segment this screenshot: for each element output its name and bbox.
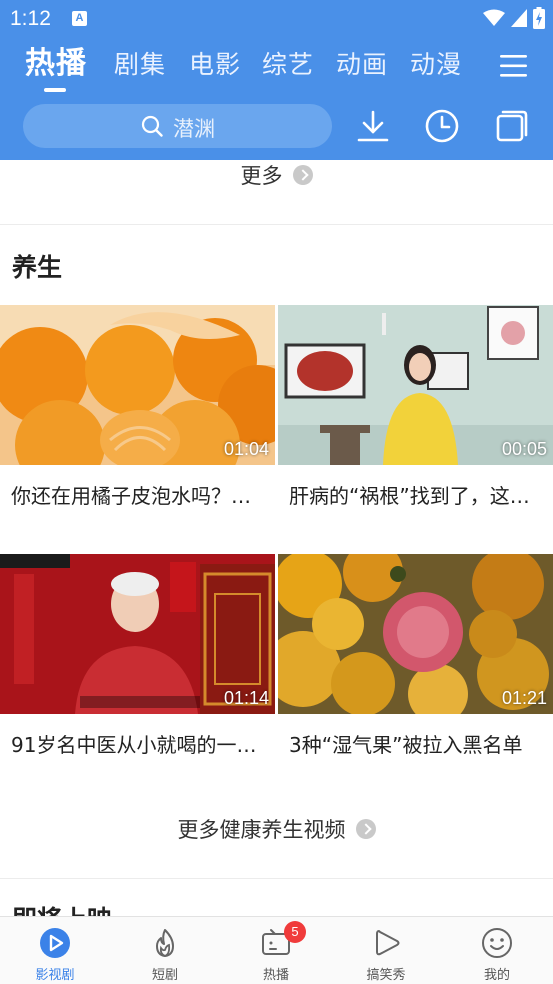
- multi-window-icon[interactable]: [494, 108, 530, 144]
- video-duration: 00:05: [501, 439, 547, 459]
- download-icon[interactable]: [355, 108, 391, 144]
- nav-item-profile[interactable]: 我的: [442, 917, 552, 984]
- presenter-liver-image: 00:05: [278, 305, 553, 465]
- notification-a-icon: A: [72, 11, 87, 26]
- tab-anime[interactable]: 动漫: [410, 44, 462, 92]
- video-card[interactable]: 01:21 3种“湿气果”被拉入黑名单: [278, 554, 553, 784]
- section-title: 养生: [12, 253, 63, 282]
- search-icon: [141, 115, 163, 137]
- app-screen: 1:12 A 热播 剧集 电影 综艺 动画 动漫 潜渊 更多 养生 01:04 …: [0, 0, 553, 984]
- elderly-doctor-image: 01:14: [0, 554, 275, 714]
- nav-item-hot[interactable]: 热播: [221, 917, 331, 984]
- top-header: 1:12 A 热播 剧集 电影 综艺 动画 动漫 潜渊: [0, 0, 553, 160]
- persimmons-image: 01:21: [278, 554, 553, 714]
- menu-icon[interactable]: [500, 53, 528, 79]
- more-link-top[interactable]: 更多: [0, 160, 553, 190]
- search-placeholder: 潜渊: [173, 117, 215, 141]
- video-title: 3种“湿气果”被拉入黑名单: [289, 733, 523, 757]
- status-icons: [483, 6, 545, 30]
- video-duration: 01:04: [223, 439, 269, 459]
- smile-icon: [482, 928, 512, 958]
- divider: [0, 224, 553, 225]
- active-tab-indicator: [44, 88, 66, 92]
- search-bar[interactable]: 潜渊: [23, 104, 332, 148]
- signal-icon: [511, 9, 527, 27]
- tab-movies[interactable]: 电影: [189, 44, 241, 92]
- status-bar: 1:12 A: [0, 0, 553, 36]
- more-health-videos-link[interactable]: 更多健康养生视频: [0, 814, 553, 844]
- nav-item-short-dramas[interactable]: 短剧: [110, 917, 220, 984]
- nav-label: 热播: [262, 968, 289, 983]
- orange-peels-image: 01:04: [0, 305, 275, 465]
- nav-label: 影视剧: [35, 968, 75, 983]
- video-card[interactable]: 01:14 91岁名中医从小就喝的一种茶: [0, 554, 275, 784]
- chevron-right-icon: [292, 165, 313, 185]
- flame-icon: [156, 929, 174, 957]
- tab-variety[interactable]: 综艺: [262, 44, 314, 92]
- more-label: 更多: [240, 164, 283, 188]
- nav-item-funny[interactable]: 搞笑秀: [331, 917, 441, 984]
- more-health-label: 更多健康养生视频: [177, 818, 346, 842]
- tab-hot[interactable]: 热播: [25, 44, 87, 92]
- play-bubble-icon: [376, 930, 400, 956]
- history-clock-icon[interactable]: [424, 108, 460, 144]
- notification-badge: 5: [284, 921, 306, 943]
- play-circle-icon: [40, 928, 70, 958]
- content-feed: 更多 养生 01:04 你还在用橘子皮泡水吗？养生 00:05 肝病的“祸根”找…: [0, 160, 553, 916]
- video-duration: 01:14: [223, 688, 269, 708]
- bottom-navigation: 影视剧 短剧 热播 搞笑秀 我的: [0, 916, 553, 984]
- video-title: 91岁名中医从小就喝的一种茶: [11, 733, 269, 757]
- category-tabs: 热播 剧集 电影 综艺 动画 动漫: [0, 44, 553, 92]
- video-duration: 01:21: [501, 688, 547, 708]
- nav-item-dramas[interactable]: 影视剧: [0, 917, 110, 984]
- next-section-title: 即将上映: [12, 900, 112, 916]
- nav-label: 搞笑秀: [366, 968, 406, 983]
- tab-series[interactable]: 剧集: [114, 44, 166, 92]
- divider: [0, 878, 553, 879]
- video-title: 肝病的“祸根”找到了，这些食物要少吃: [289, 484, 547, 508]
- tab-animation[interactable]: 动画: [336, 44, 388, 92]
- wifi-icon: [483, 9, 505, 26]
- video-title: 你还在用橘子皮泡水吗？养生专家：这样做其实...: [11, 484, 269, 508]
- video-card[interactable]: 01:04 你还在用橘子皮泡水吗？养生专家：这样做其实...: [0, 305, 275, 535]
- status-time: 1:12: [10, 7, 51, 30]
- video-card[interactable]: 00:05 肝病的“祸根”找到了，这些食物要少吃: [278, 305, 553, 535]
- nav-label: 我的: [483, 968, 510, 983]
- battery-icon: [533, 7, 545, 29]
- chevron-right-icon: [355, 819, 376, 839]
- nav-label: 短剧: [151, 968, 178, 983]
